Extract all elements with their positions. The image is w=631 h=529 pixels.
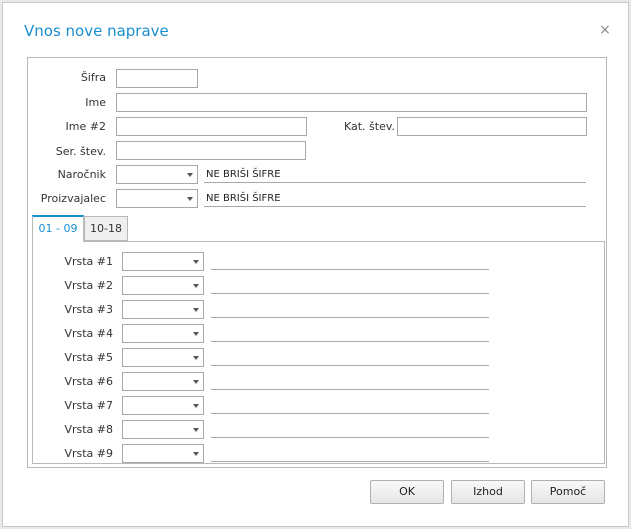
vrsta-label: Vrsta #8 — [64, 423, 113, 436]
izhod-button[interactable]: Izhod — [451, 480, 525, 504]
ser-stev-field[interactable] — [116, 141, 306, 160]
chevron-down-icon[interactable] — [193, 332, 199, 336]
vrsta-label: Vrsta #2 — [64, 279, 113, 292]
vrsta-name — [211, 422, 489, 438]
proizvajalec-name: NE BRIŠI ŠIFRE — [204, 191, 586, 207]
ime-field[interactable] — [116, 93, 587, 112]
proizvajalec-label: Proizvajalec — [40, 192, 106, 205]
kat-stev-field[interactable] — [397, 117, 587, 136]
vrsta-label: Vrsta #5 — [64, 351, 113, 364]
vrsta-name — [211, 398, 489, 414]
vrsta-combo[interactable] — [122, 372, 204, 391]
close-icon[interactable]: × — [599, 23, 611, 37]
vrsta-combo[interactable] — [122, 252, 204, 271]
ime2-field[interactable] — [116, 117, 307, 136]
chevron-down-icon[interactable] — [193, 452, 199, 456]
tab-content: Vrsta #1 Vrsta #2 Vrsta #3 Vrsta #4 Vrsta #5… — [32, 241, 605, 464]
ok-button[interactable]: OK — [370, 480, 444, 504]
narocnik-name: NE BRIŠI ŠIFRE — [204, 167, 586, 183]
vrsta-combo[interactable] — [122, 300, 204, 319]
device-entry-dialog: Vnos nove naprave × Šifra Ime Ime #2 Kat… — [2, 2, 629, 527]
narocnik-combo[interactable] — [116, 165, 198, 184]
vrsta-name — [211, 302, 489, 318]
vrsta-name — [211, 254, 489, 270]
vrsta-label: Vrsta #6 — [64, 375, 113, 388]
vrsta-name — [211, 446, 489, 462]
chevron-down-icon[interactable] — [193, 308, 199, 312]
vrsta-combo[interactable] — [122, 420, 204, 439]
tab-10-18[interactable]: 10-18 — [84, 216, 128, 241]
vrsta-combo[interactable] — [122, 348, 204, 367]
chevron-down-icon[interactable] — [193, 404, 199, 408]
chevron-down-icon[interactable] — [187, 173, 193, 177]
vrsta-name — [211, 278, 489, 294]
pomoc-button[interactable]: Pomoč — [531, 480, 605, 504]
ser-stev-label: Ser. štev. — [55, 145, 106, 158]
tab-01-09[interactable]: 01 - 09 — [32, 215, 84, 242]
ime-label: Ime — [85, 96, 106, 109]
vrsta-name — [211, 350, 489, 366]
vrsta-label: Vrsta #1 — [64, 255, 113, 268]
chevron-down-icon[interactable] — [193, 380, 199, 384]
kat-stev-label: Kat. štev. — [343, 120, 395, 133]
form-panel: Šifra Ime Ime #2 Kat. štev. Ser. štev. N… — [27, 57, 607, 468]
vrsta-label: Vrsta #7 — [64, 399, 113, 412]
vrsta-combo[interactable] — [122, 324, 204, 343]
vrsta-combo[interactable] — [122, 276, 204, 295]
sifra-label: Šifra — [80, 71, 106, 84]
sifra-field[interactable] — [116, 69, 198, 88]
dialog-title: Vnos nove naprave — [24, 22, 169, 40]
chevron-down-icon[interactable] — [193, 356, 199, 360]
vrsta-combo[interactable] — [122, 444, 204, 463]
vrsta-label: Vrsta #3 — [64, 303, 113, 316]
chevron-down-icon[interactable] — [187, 197, 193, 201]
vrsta-combo[interactable] — [122, 396, 204, 415]
proizvajalec-combo[interactable] — [116, 189, 198, 208]
ime2-label: Ime #2 — [65, 120, 106, 133]
chevron-down-icon[interactable] — [193, 428, 199, 432]
vrsta-label: Vrsta #4 — [64, 327, 113, 340]
narocnik-label: Naročnik — [57, 168, 106, 181]
vrsta-name — [211, 374, 489, 390]
vrsta-name — [211, 326, 489, 342]
vrsta-label: Vrsta #9 — [64, 447, 113, 460]
chevron-down-icon[interactable] — [193, 284, 199, 288]
chevron-down-icon[interactable] — [193, 260, 199, 264]
